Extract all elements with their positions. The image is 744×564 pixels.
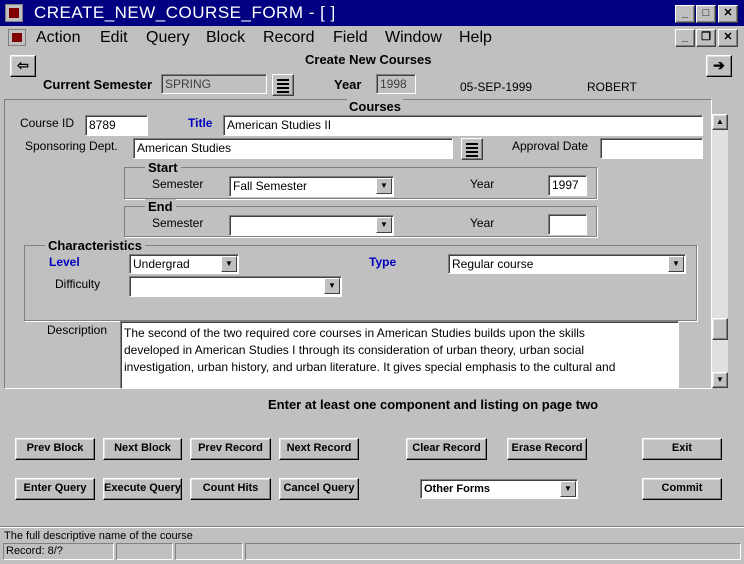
course-id-label: Course ID bbox=[20, 116, 75, 130]
type-select[interactable]: Regular course ▼ bbox=[448, 254, 686, 274]
year-field: 1998 bbox=[376, 74, 416, 94]
scroll-down-button[interactable]: ▼ bbox=[712, 372, 728, 388]
menu-edit[interactable]: Edit bbox=[100, 29, 128, 47]
menu-query[interactable]: Query bbox=[146, 29, 190, 47]
scroll-up-button[interactable]: ▲ bbox=[712, 114, 728, 130]
statusbar-divider bbox=[0, 526, 744, 528]
courses-block-title: Courses bbox=[347, 99, 404, 114]
chevron-down-icon[interactable]: ▼ bbox=[668, 256, 684, 272]
status-cell bbox=[116, 543, 173, 560]
start-semester-select[interactable]: Fall Semester ▼ bbox=[229, 176, 394, 197]
level-select[interactable]: Undergrad ▼ bbox=[129, 254, 239, 274]
window-title: CREATE_NEW_COURSE_FORM - [ ] bbox=[34, 3, 336, 22]
type-value: Regular course bbox=[452, 257, 534, 271]
status-cell bbox=[175, 543, 243, 560]
start-semester-label: Semester bbox=[152, 177, 204, 191]
current-semester-label: Current Semester bbox=[43, 77, 153, 92]
course-id-field[interactable]: 8789 bbox=[85, 115, 148, 136]
end-semester-label: Semester bbox=[152, 216, 204, 230]
count-hits-button[interactable]: Count Hits bbox=[190, 478, 271, 500]
vertical-scrollbar[interactable]: ▲ ▼ bbox=[712, 114, 728, 388]
description-line: investigation, urban history, and urban … bbox=[124, 360, 616, 374]
menu-block[interactable]: Block bbox=[206, 29, 245, 47]
status-record: Record: 8/? bbox=[6, 545, 63, 557]
back-arrow-button[interactable]: ⇦ bbox=[10, 55, 36, 77]
type-label: Type bbox=[369, 255, 397, 269]
menu-field[interactable]: Field bbox=[333, 29, 368, 47]
status-cell bbox=[245, 543, 741, 560]
chevron-down-icon[interactable]: ▼ bbox=[324, 278, 340, 294]
menu-record[interactable]: Record bbox=[263, 29, 315, 47]
description-label: Description bbox=[47, 323, 108, 337]
next-block-button[interactable]: Next Block bbox=[103, 438, 182, 460]
doc-icon[interactable] bbox=[8, 29, 26, 46]
chevron-down-icon[interactable]: ▼ bbox=[560, 481, 576, 497]
menu-bar: Action Edit Query Block Record Field Win… bbox=[0, 26, 744, 49]
doc-minimize-button[interactable]: _ bbox=[675, 29, 695, 47]
menu-action[interactable]: Action bbox=[36, 29, 80, 47]
current-date: 05-SEP-1999 bbox=[460, 80, 533, 94]
dept-lov-icon[interactable] bbox=[461, 138, 483, 160]
current-semester-field: SPRING bbox=[161, 74, 267, 94]
execute-query-button[interactable]: Execute Query bbox=[103, 478, 182, 500]
commit-button[interactable]: Commit bbox=[642, 478, 722, 500]
close-button[interactable]: ✕ bbox=[718, 5, 738, 23]
end-semester-select[interactable]: ▼ bbox=[229, 215, 394, 236]
forward-arrow-button[interactable]: ➔ bbox=[706, 55, 732, 77]
form-title: Create New Courses bbox=[305, 52, 432, 67]
app-icon[interactable] bbox=[5, 4, 23, 22]
end-year-label: Year bbox=[470, 216, 495, 230]
erase-record-button[interactable]: Erase Record bbox=[507, 438, 587, 460]
other-forms-value: Other Forms bbox=[424, 483, 491, 495]
start-year-label: Year bbox=[470, 177, 495, 191]
minimize-button[interactable]: _ bbox=[675, 5, 695, 23]
description-line: developed in American Studies I through … bbox=[124, 343, 585, 357]
window-titlebar[interactable]: CREATE_NEW_COURSE_FORM - [ ] _ □ ✕ bbox=[0, 0, 744, 26]
approval-date-label: Approval Date bbox=[512, 139, 589, 153]
hint-text: Enter at least one component and listing… bbox=[268, 397, 599, 412]
status-message: The full descriptive name of the course bbox=[4, 530, 193, 542]
end-group-title: End bbox=[145, 199, 176, 214]
menu-help[interactable]: Help bbox=[459, 29, 492, 47]
semester-lov-icon[interactable] bbox=[272, 74, 294, 96]
difficulty-label: Difficulty bbox=[55, 277, 101, 291]
start-group-title: Start bbox=[145, 160, 181, 175]
cancel-query-button[interactable]: Cancel Query bbox=[279, 478, 359, 500]
start-year-field[interactable]: 1997 bbox=[548, 175, 587, 196]
status-record-cell: Record: 8/? bbox=[3, 543, 114, 560]
next-record-button[interactable]: Next Record bbox=[279, 438, 359, 460]
scroll-thumb[interactable] bbox=[712, 318, 728, 340]
chevron-down-icon[interactable]: ▼ bbox=[376, 178, 392, 194]
sponsoring-dept-field[interactable]: American Studies bbox=[133, 138, 453, 159]
end-year-field[interactable] bbox=[548, 214, 587, 235]
level-label: Level bbox=[49, 255, 80, 269]
prev-record-button[interactable]: Prev Record bbox=[190, 438, 271, 460]
prev-block-button[interactable]: Prev Block bbox=[15, 438, 95, 460]
enter-query-button[interactable]: Enter Query bbox=[15, 478, 95, 500]
chevron-down-icon[interactable]: ▼ bbox=[376, 217, 392, 233]
doc-close-button[interactable]: ✕ bbox=[718, 29, 738, 47]
title-label: Title bbox=[188, 116, 213, 130]
menu-window[interactable]: Window bbox=[385, 29, 442, 47]
chevron-down-icon[interactable]: ▼ bbox=[221, 256, 237, 272]
characteristics-group-title: Characteristics bbox=[45, 238, 145, 253]
description-textarea[interactable]: The second of the two required core cour… bbox=[120, 321, 679, 389]
exit-button[interactable]: Exit bbox=[642, 438, 722, 460]
other-forms-select[interactable]: Other Forms ▼ bbox=[420, 479, 578, 499]
approval-date-field[interactable] bbox=[600, 138, 703, 159]
maximize-button[interactable]: □ bbox=[696, 5, 716, 23]
difficulty-select[interactable]: ▼ bbox=[129, 276, 342, 297]
start-semester-value: Fall Semester bbox=[233, 179, 308, 193]
level-value: Undergrad bbox=[133, 257, 190, 271]
year-label: Year bbox=[334, 77, 362, 92]
sponsoring-dept-label: Sponsoring Dept. bbox=[25, 139, 118, 153]
clear-record-button[interactable]: Clear Record bbox=[406, 438, 487, 460]
current-user: ROBERT bbox=[587, 80, 637, 94]
doc-restore-button[interactable]: ❐ bbox=[696, 29, 716, 47]
title-field[interactable]: American Studies II bbox=[223, 115, 703, 136]
description-line: The second of the two required core cour… bbox=[124, 326, 585, 340]
